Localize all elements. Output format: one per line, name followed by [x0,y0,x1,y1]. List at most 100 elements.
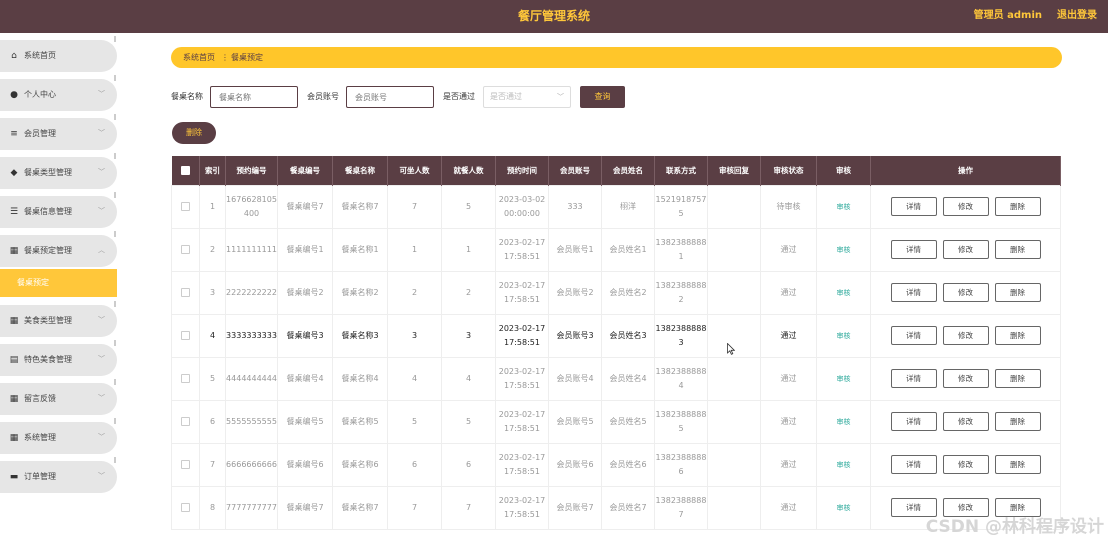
breadcrumb-home[interactable]: 系统首页 [183,47,215,68]
divider [114,457,120,463]
cell-name: 栩洋 [601,184,655,229]
cell-tno: 餐桌编号7 [277,184,333,229]
sidebar-item[interactable]: ◆ 餐桌类型管理 ﹀ [0,153,120,189]
cell-status: 通过 [760,485,817,530]
table-row: 5 4444444444 餐桌编号4 餐桌名称4 4 4 2023-02-17 17:58:… [171,356,1061,401]
select-all-checkbox[interactable] [171,156,200,185]
sidebar-item-label: 系统首页 [24,51,56,60]
review-cell: 审核 [816,356,871,401]
delete-button[interactable]: 删除 [994,369,1041,388]
grid-icon: ▦ [9,316,19,326]
cell-seats: 1 [387,227,442,272]
row-checkbox[interactable] [171,399,200,444]
cell-tname: 餐桌名称1 [332,227,388,272]
table-row: 4 3333333333 餐桌编号3 餐桌名称3 3 3 2023-02-17 17:58:… [171,313,1061,358]
sidebar-subitem-table-reservation[interactable]: 餐桌预定 [0,269,117,297]
row-checkbox[interactable] [171,356,200,401]
divider [114,418,120,424]
row-checkbox[interactable] [171,227,200,272]
row-checkbox[interactable] [171,485,200,530]
sidebar-item[interactable]: ▦ 留言反馈 ﹀ [0,379,120,415]
query-button[interactable]: 查询 [580,86,625,108]
cell-diners: 6 [441,442,496,487]
cell-name: 会员姓名6 [601,442,655,487]
delete-button[interactable]: 删除 [994,240,1041,259]
divider [114,114,120,120]
edit-button[interactable]: 修改 [942,412,989,431]
table-name-input[interactable] [210,86,298,108]
cell-reply [707,184,761,229]
cell-phone: 13823888884 [654,356,708,401]
delete-button[interactable]: 删除 [994,197,1041,216]
sidebar-subitem-label: 餐桌预定 [17,278,49,287]
review-link[interactable]: 审核 [837,461,851,469]
review-link[interactable]: 审核 [837,504,851,512]
cell-tname: 餐桌名称3 [332,313,388,358]
admin-label: 管理员 admin [973,10,1042,21]
cell-seats: 5 [387,399,442,444]
detail-button[interactable]: 详情 [890,240,937,259]
detail-button[interactable]: 详情 [890,369,937,388]
sidebar-item[interactable]: ▦ 餐桌预定管理 ︿ [0,231,120,267]
review-cell: 审核 [816,399,871,444]
sidebar-item[interactable]: ☰ 餐桌信息管理 ﹀ [0,192,120,228]
review-link[interactable]: 审核 [837,246,851,254]
sidebar-item[interactable]: ▦ 美食类型管理 ﹀ [0,301,120,337]
sidebar-item[interactable]: ▤ 特色美食管理 ﹀ [0,340,120,376]
delete-button[interactable]: 删除 [994,283,1041,302]
column-header: 联系方式 [654,156,708,185]
row-checkbox[interactable] [171,184,200,229]
review-link[interactable]: 审核 [837,203,851,211]
sidebar-item[interactable]: ▬ 订单管理 ﹀ [0,457,120,493]
cell-idx: 1 [199,184,226,229]
review-link[interactable]: 审核 [837,418,851,426]
divider [114,379,120,385]
actions-cell: 详情 修改 删除 [870,270,1061,315]
review-cell: 审核 [816,270,871,315]
review-link[interactable]: 审核 [837,289,851,297]
row-checkbox[interactable] [171,313,200,358]
mouse-cursor-icon [727,343,735,355]
cell-reply [707,442,761,487]
review-link[interactable]: 审核 [837,375,851,383]
sidebar: ⌂ 系统首页 ● 个人中心 ﹀ ≡ 会员管理 ﹀ ◆ 餐桌类型管理 ﹀ ☰ 餐桌信息管理 ﹀ ▦ 餐桌预定管理… [0,33,120,545]
cell-no: 4444444444 [225,356,278,401]
delete-button[interactable]: 删除 [994,455,1041,474]
edit-button[interactable]: 修改 [942,197,989,216]
logout-link[interactable]: 退出登录 [1057,0,1097,31]
edit-button[interactable]: 修改 [942,455,989,474]
chevron-icon: ﹀ [98,433,105,441]
detail-button[interactable]: 详情 [890,412,937,431]
approved-select[interactable]: 是否通过 ﹀ [483,86,571,108]
sidebar-item[interactable]: ≡ 会员管理 ﹀ [0,114,120,150]
divider [114,192,120,198]
detail-button[interactable]: 详情 [890,326,937,345]
cell-diners: 5 [441,399,496,444]
detail-button[interactable]: 详情 [890,455,937,474]
cell-name: 会员姓名4 [601,356,655,401]
chevron-icon: ﹀ [98,316,105,324]
cell-idx: 3 [199,270,226,315]
delete-button[interactable]: 删除 [994,326,1041,345]
user-icon: ● [10,90,18,100]
edit-button[interactable]: 修改 [942,369,989,388]
review-link[interactable]: 审核 [837,332,851,340]
sidebar-item[interactable]: ⌂ 系统首页 [0,36,120,72]
detail-button[interactable]: 详情 [890,283,937,302]
sidebar-item-label: 餐桌类型管理 [24,168,72,177]
row-checkbox[interactable] [171,442,200,487]
delete-button[interactable]: 删除 [994,412,1041,431]
row-checkbox[interactable] [171,270,200,315]
edit-button[interactable]: 修改 [942,283,989,302]
cell-time: 2023-02-17 17:58:51 [495,356,549,401]
batch-delete-button[interactable]: 删除 [172,122,216,144]
detail-button[interactable]: 详情 [890,197,937,216]
account-input[interactable] [346,86,434,108]
cell-time: 2023-02-17 17:58:51 [495,399,549,444]
cell-acct: 会员账号7 [548,485,602,530]
sidebar-item[interactable]: ▦ 系统管理 ﹀ [0,418,120,454]
edit-button[interactable]: 修改 [942,240,989,259]
edit-button[interactable]: 修改 [942,326,989,345]
sidebar-item[interactable]: ● 个人中心 ﹀ [0,75,120,111]
account-label: 会员账号 [307,92,339,101]
